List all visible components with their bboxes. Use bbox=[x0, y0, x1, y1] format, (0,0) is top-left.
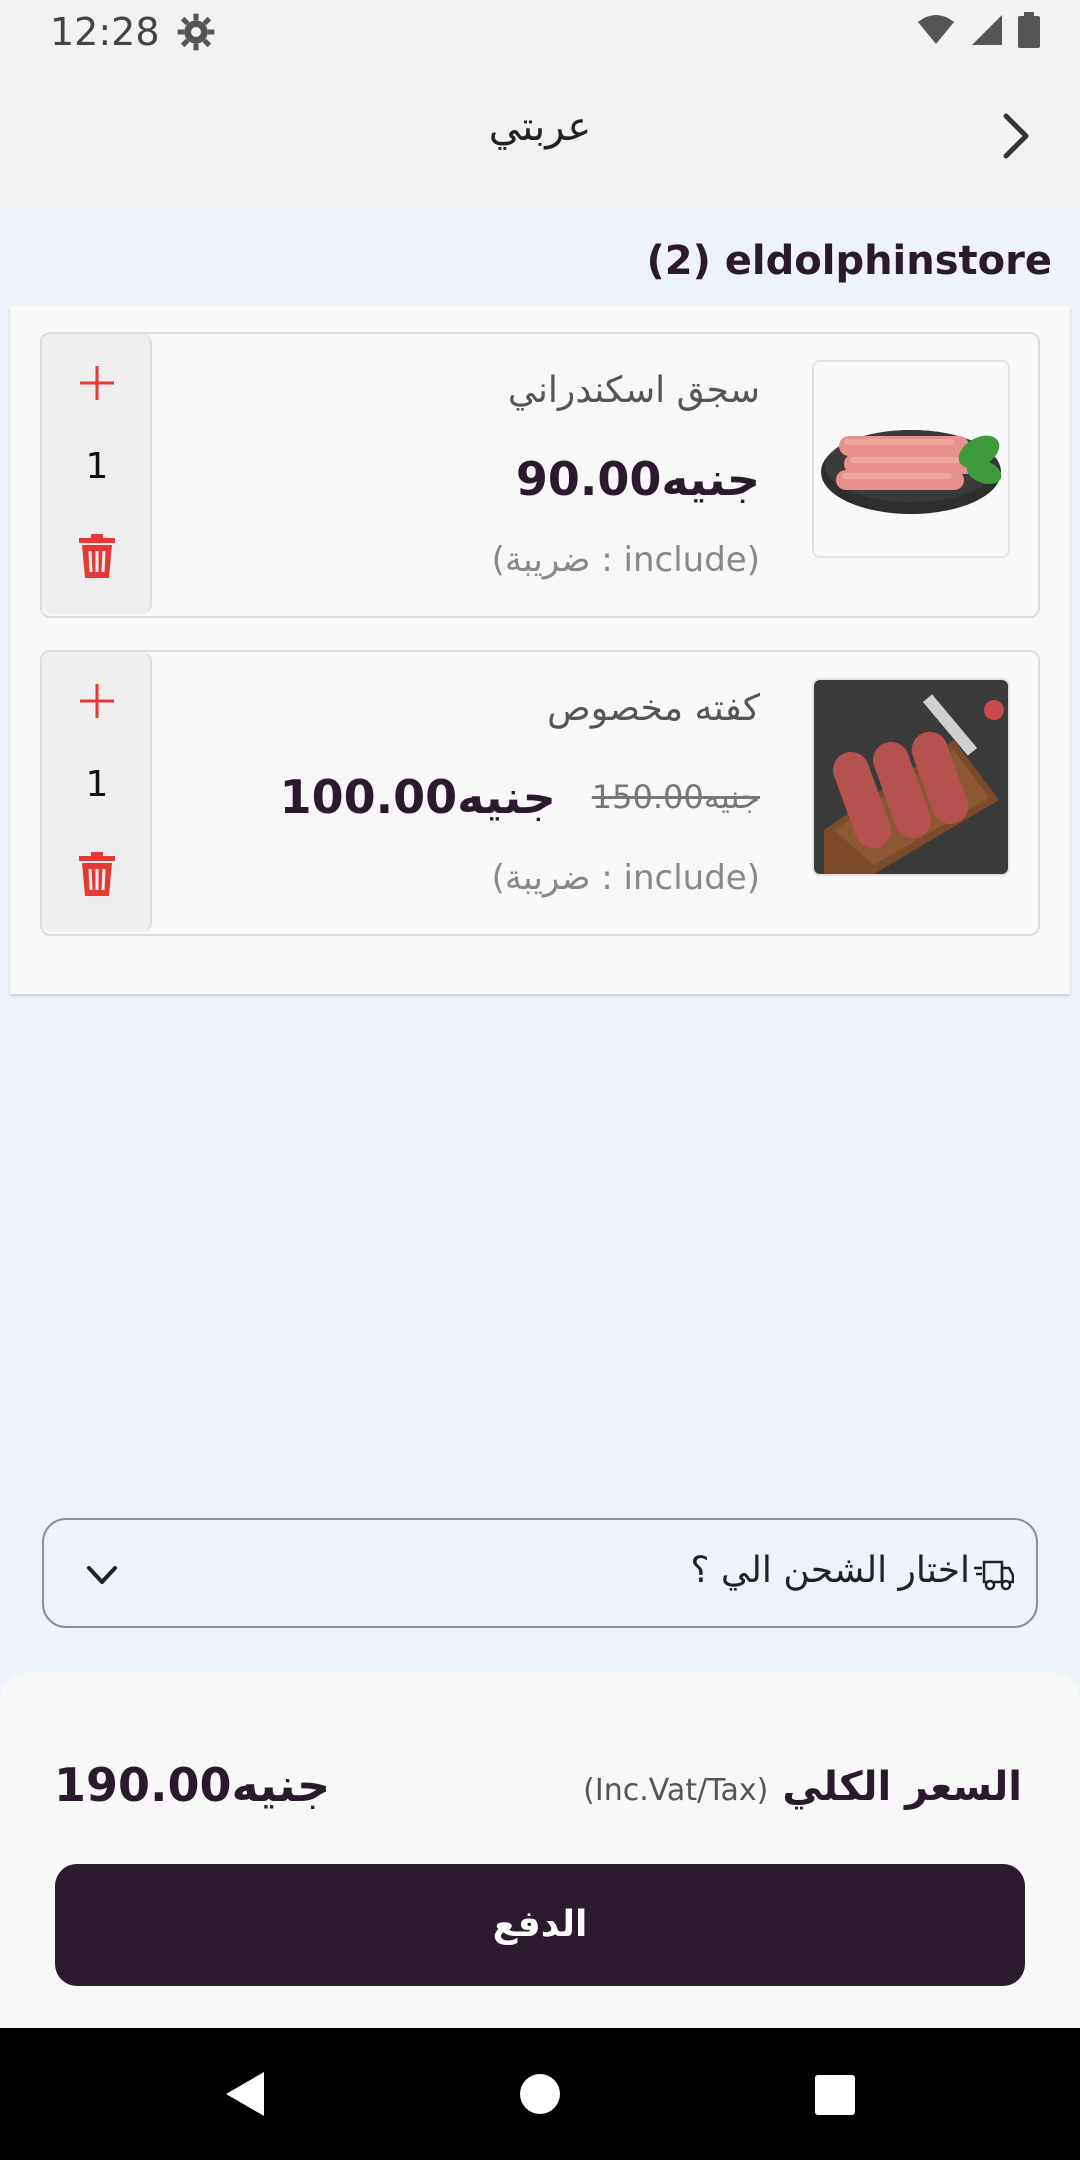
back-chevron-icon[interactable] bbox=[988, 108, 1044, 164]
total-tax-note: (Inc.Vat/Tax) bbox=[583, 1773, 769, 1808]
status-time: 12:28 bbox=[50, 10, 160, 54]
product-image[interactable] bbox=[812, 360, 1010, 558]
nav-home-icon[interactable] bbox=[518, 2072, 562, 2116]
total-value: جنيه190.00 bbox=[54, 1758, 331, 1812]
nav-recents-icon[interactable] bbox=[814, 2074, 856, 2116]
chevron-down-icon bbox=[87, 1566, 117, 1584]
app-bar: عربتي bbox=[0, 66, 1080, 206]
product-price: جنيه100.00 bbox=[279, 770, 556, 824]
pay-button[interactable]: الدفع bbox=[55, 1864, 1025, 1986]
settings-icon bbox=[177, 13, 215, 51]
wifi-icon bbox=[918, 15, 954, 44]
quantity-stepper: 1 bbox=[42, 652, 152, 932]
shipping-placeholder: اختار الشحن الي ؟ bbox=[690, 1550, 970, 1591]
price-row: جنيه100.00 جنيه150.00 bbox=[280, 770, 760, 824]
product-image[interactable] bbox=[812, 678, 1010, 876]
checkout-summary: (Inc.Vat/Tax) السعر الكلي جنيه190.00 الد… bbox=[0, 1672, 1080, 2028]
product-name: كفته مخصوص bbox=[547, 688, 760, 729]
shipping-select[interactable]: اختار الشحن الي ؟ bbox=[42, 1518, 1038, 1628]
plus-icon[interactable] bbox=[72, 676, 122, 726]
quantity-value: 1 bbox=[85, 764, 109, 805]
quantity-value: 1 bbox=[85, 446, 109, 487]
product-price: جنيه90.00 bbox=[515, 452, 760, 506]
tax-note: (ضريبة : include) bbox=[491, 858, 760, 898]
system-nav-bar bbox=[0, 2028, 1080, 2160]
battery-icon bbox=[1018, 12, 1040, 48]
trash-icon[interactable] bbox=[77, 534, 117, 578]
product-name: سجق اسكندراني bbox=[507, 370, 760, 411]
truck-icon bbox=[974, 1560, 1014, 1591]
nav-back-icon[interactable] bbox=[220, 2068, 270, 2120]
cart-item: 1 bbox=[40, 650, 1040, 936]
cart-items-panel: 1 سجق اسكندراني جنيه90.00 (ضريبة: inclu… bbox=[10, 306, 1070, 994]
sausage-image bbox=[814, 362, 1008, 556]
total-label-group: (Inc.Vat/Tax) السعر الكلي bbox=[583, 1764, 1022, 1810]
total-label: السعر الكلي bbox=[782, 1764, 1022, 1810]
page-title: عربتي bbox=[488, 104, 592, 150]
price-row: جنيه90.00 bbox=[516, 452, 760, 506]
kofta-image bbox=[814, 680, 1008, 874]
tax-note: (ضريبة : include) bbox=[491, 540, 760, 580]
status-bar: 12:28 bbox=[0, 0, 1080, 66]
quantity-stepper: 1 bbox=[42, 334, 152, 614]
cart-item: 1 bbox=[40, 332, 1040, 618]
store-title: (2) eldolphinstore bbox=[646, 238, 1052, 284]
product-old-price: جنيه150.00 bbox=[591, 778, 760, 816]
plus-icon[interactable] bbox=[72, 358, 122, 408]
signal-icon bbox=[972, 15, 1002, 45]
trash-icon[interactable] bbox=[77, 852, 117, 896]
